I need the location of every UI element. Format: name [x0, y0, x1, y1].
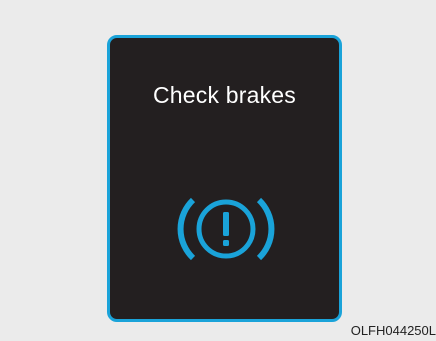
cluster-warning-panel: Check brakes — [107, 35, 342, 322]
left-pad-arc — [177, 197, 196, 261]
exclamation-bar — [223, 212, 229, 236]
right-pad-arc — [256, 197, 275, 261]
warning-message: Check brakes — [152, 82, 297, 108]
brake-warning-icon — [177, 197, 275, 261]
figure-code: OLFH044250L — [350, 323, 436, 338]
exclamation-dot — [223, 240, 229, 246]
